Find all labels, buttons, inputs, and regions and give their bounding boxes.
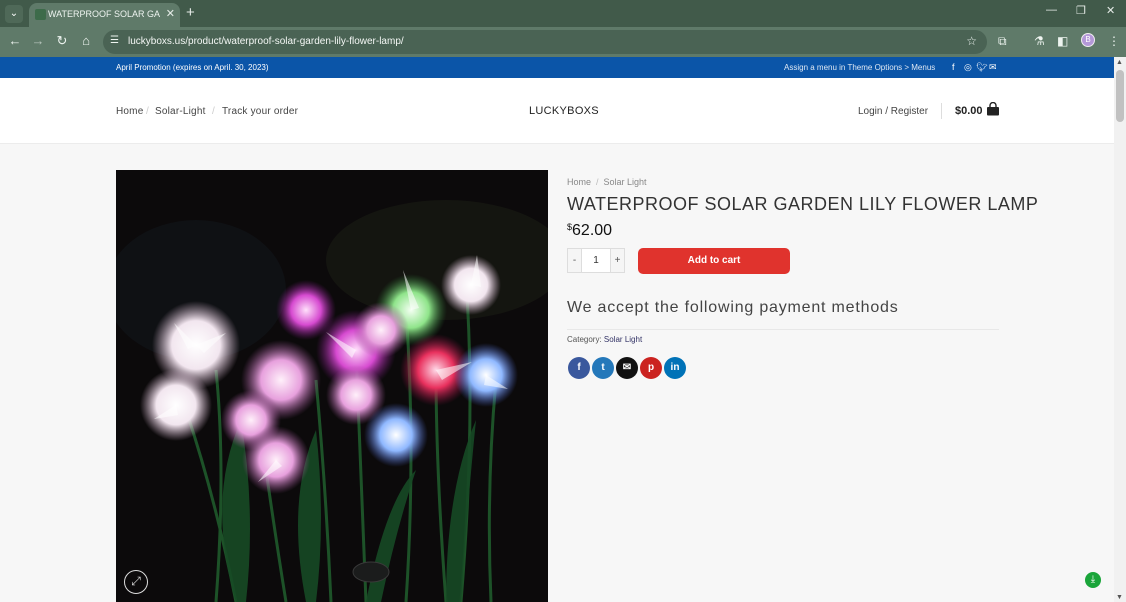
email-icon[interactable]: ✉	[616, 357, 638, 379]
shopping-bag-icon[interactable]	[986, 102, 1000, 116]
email-top-icon[interactable]: ✉	[989, 62, 997, 73]
nav-home[interactable]: Home	[116, 106, 143, 117]
profile-avatar[interactable]: B	[1081, 33, 1095, 47]
minimize-icon[interactable]: —	[1046, 4, 1057, 16]
quantity-plus-button[interactable]: +	[611, 249, 624, 272]
payment-methods-heading: We accept the following payment methods	[567, 299, 899, 316]
product-title: WATERPROOF SOLAR GARDEN LILY FLOWER LAMP	[567, 194, 1039, 214]
breadcrumb-solar-light[interactable]: Solar Light	[604, 177, 647, 187]
tab-search-icon[interactable]: ⌄	[5, 5, 23, 23]
reload-icon[interactable]: ↻	[53, 33, 71, 49]
zoom-icon[interactable]: ⤢	[124, 570, 148, 594]
breadcrumb-separator: /	[596, 177, 599, 187]
new-tab-icon[interactable]: +	[186, 4, 195, 21]
site-info-icon[interactable]: ☰	[110, 35, 119, 46]
scrollbar-thumb[interactable]	[1116, 70, 1124, 122]
login-register-link[interactable]: Login / Register	[858, 106, 928, 117]
extensions-icon[interactable]: ⧉	[998, 34, 1007, 49]
instagram-top-icon[interactable]: ◎	[964, 62, 972, 73]
site-header: Home / Solar-Light / Track your order LU…	[0, 78, 1114, 144]
quantity-input[interactable]	[581, 249, 611, 272]
nav-separator: /	[146, 106, 149, 117]
linkedin-icon[interactable]: in	[664, 357, 686, 379]
scroll-up-icon[interactable]: ▲	[1116, 59, 1123, 66]
breadcrumb-home[interactable]: Home	[567, 177, 591, 187]
promo-top-bar: April Promotion (expires on April. 30, 2…	[0, 57, 1114, 78]
tab-title: WATERPROOF SOLAR GARDEN	[48, 9, 160, 19]
twitter-top-icon[interactable]: 🐦︎	[976, 62, 987, 73]
site-favicon-icon	[35, 9, 46, 20]
back-icon[interactable]: ←	[6, 33, 24, 48]
lily-lamp-photo	[116, 170, 548, 602]
price-amount: 62.00	[572, 222, 613, 239]
window-close-icon[interactable]: ✕	[1106, 4, 1115, 17]
site-logo[interactable]: LUCKYBOXS	[529, 105, 599, 117]
pinterest-icon[interactable]: p	[640, 357, 662, 379]
quantity-stepper: - +	[567, 248, 625, 273]
browser-tab-active[interactable]: WATERPROOF SOLAR GARDEN ✕	[29, 3, 180, 27]
forward-icon[interactable]: →	[29, 33, 47, 48]
address-bar[interactable]: ☰ luckyboxs.us/product/waterproof-solar-…	[103, 30, 987, 54]
home-icon[interactable]: ⌂	[77, 33, 95, 48]
promo-text: April Promotion (expires on April. 30, 2…	[116, 63, 269, 72]
facebook-icon[interactable]: f	[568, 357, 590, 379]
product-price: $62.00	[567, 222, 612, 240]
nav-separator: /	[212, 106, 215, 117]
facebook-top-icon[interactable]: f	[952, 62, 955, 72]
nav-track-order[interactable]: Track your order	[222, 106, 298, 117]
cart-total[interactable]: $0.00	[955, 105, 983, 117]
side-panel-icon[interactable]: ◧	[1057, 34, 1068, 48]
category-label: Category:	[567, 335, 602, 344]
browser-tab-strip: ⌄ WATERPROOF SOLAR GARDEN ✕ + — ❐ ✕	[0, 0, 1126, 27]
twitter-icon[interactable]: t	[592, 357, 614, 379]
bookmark-star-icon[interactable]: ☆	[966, 34, 977, 48]
restore-icon[interactable]: ❐	[1076, 4, 1086, 17]
scroll-down-icon[interactable]: ▼	[1116, 594, 1123, 601]
nav-solar-light[interactable]: Solar-Light	[155, 106, 206, 117]
floating-chat-icon[interactable]: ⤓	[1085, 572, 1101, 588]
add-to-cart-button[interactable]: Add to cart	[638, 248, 790, 274]
assign-menu-link[interactable]: Assign a menu in Theme Options > Menus	[784, 63, 935, 72]
close-tab-icon[interactable]: ✕	[166, 7, 175, 20]
page-scrollbar[interactable]: ▲ ▼	[1114, 57, 1126, 602]
url-text[interactable]: luckyboxs.us/product/waterproof-solar-ga…	[128, 36, 404, 47]
product-image[interactable]: ⤢	[116, 170, 548, 602]
divider	[567, 329, 999, 330]
product-category: Category: Solar Light	[567, 335, 642, 344]
web-page: April Promotion (expires on April. 30, 2…	[0, 57, 1114, 602]
browser-menu-icon[interactable]: ⋮	[1108, 34, 1120, 48]
labs-flask-icon[interactable]: ⚗	[1034, 34, 1045, 48]
breadcrumb: Home / Solar Light	[567, 177, 647, 187]
quantity-minus-button[interactable]: -	[568, 249, 581, 272]
header-divider	[941, 103, 942, 119]
browser-toolbar: ← → ↻ ⌂ ☰ luckyboxs.us/product/waterproo…	[0, 27, 1126, 57]
category-link[interactable]: Solar Light	[604, 335, 642, 344]
